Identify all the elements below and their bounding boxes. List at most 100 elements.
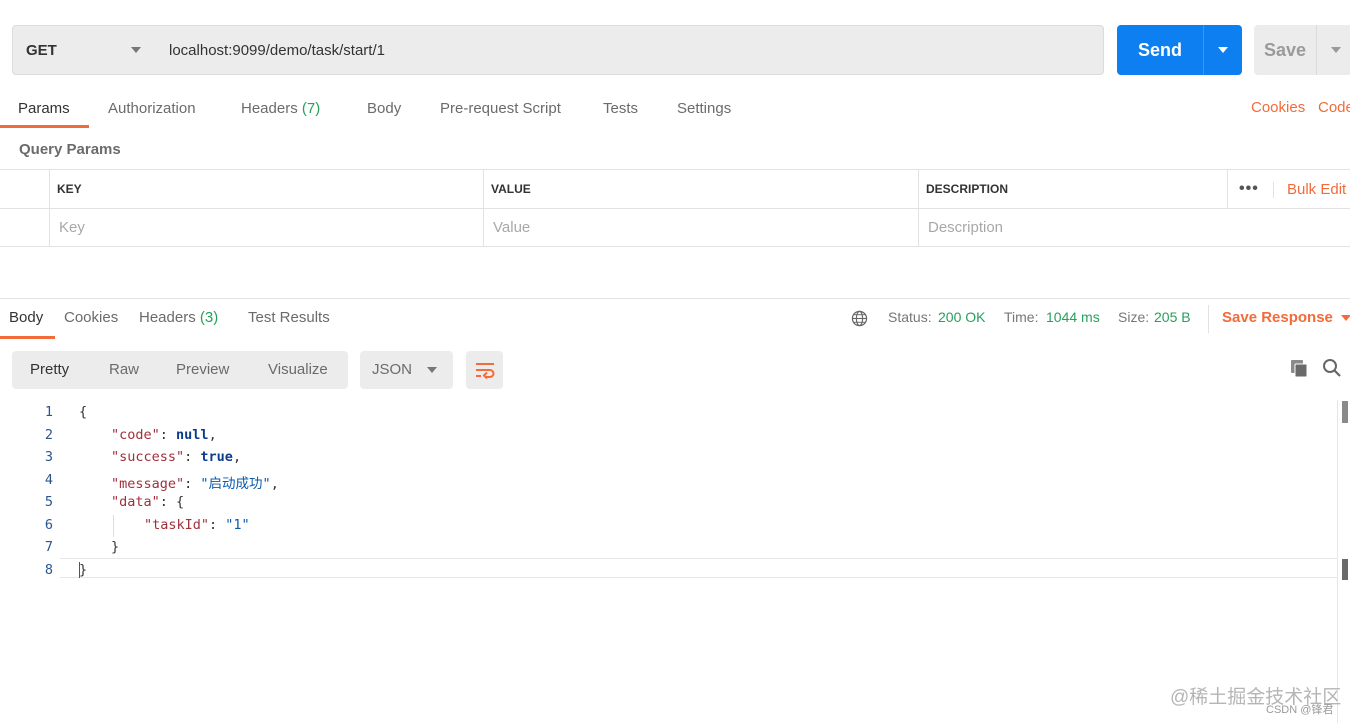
status-value[interactable]: 200 OK [938,309,985,325]
response-active-tab-indicator [0,336,55,339]
key-input[interactable]: Key [59,219,85,236]
column-divider [918,170,919,247]
request-tabs: Params Authorization Headers (7) Body Pr… [0,90,1350,130]
json-key: "taskId" [144,517,210,533]
response-tab-cookies[interactable]: Cookies [64,309,118,326]
code-line: "code": null, [111,427,217,443]
caret-down-icon [1340,315,1350,322]
description-input[interactable]: Description [928,219,1003,236]
query-params-title: Query Params [19,141,121,158]
line-number: 6 [44,517,53,533]
time-value[interactable]: 1044 ms [1046,309,1100,325]
scrollbar-position-marker [1342,559,1348,580]
wrap-lines-button[interactable] [466,351,503,389]
bulk-edit-link[interactable]: Bulk Edit [1287,181,1346,198]
column-header-value: VALUE [491,182,531,196]
line-number: 7 [44,539,53,555]
column-header-key: KEY [57,182,82,196]
response-tab-test-results[interactable]: Test Results [248,309,330,326]
time-label: Time: [1004,309,1039,325]
tab-headers[interactable]: Headers (7) [241,90,320,128]
response-tab-headers[interactable]: Headers (3) [139,309,218,326]
line-number: 4 [44,472,53,488]
code-line: "success": true, [111,449,242,465]
response-divider [0,298,1350,299]
tab-params[interactable]: Params [18,90,70,128]
search-icon[interactable] [1322,358,1342,378]
tab-settings[interactable]: Settings [677,90,731,128]
save-response-label: Save Response [1222,309,1333,326]
tab-authorization[interactable]: Authorization [108,90,196,128]
json-key: "code" [111,427,160,443]
view-tab-preview[interactable]: Preview [176,351,229,389]
caret-down-icon [131,47,141,53]
save-button[interactable]: Save [1254,25,1350,75]
cookies-link[interactable]: Cookies [1251,99,1305,116]
tab-prerequest-script[interactable]: Pre-request Script [440,90,561,128]
url-text: localhost:9099/demo/task/start/1 [169,41,385,59]
send-button[interactable]: Send [1117,25,1242,75]
table-row-divider [0,208,1350,209]
query-params-table: KEY VALUE DESCRIPTION ••• Bulk Edit Key … [0,169,1350,247]
view-mode-tabs: Pretty Raw Preview Visualize [12,351,348,389]
code-line: { [79,404,88,420]
response-body-editor[interactable]: 1 2 3 4 5 6 7 8 { "code": null, "success… [0,400,1338,723]
editor-scrollbar-thumb[interactable] [1342,401,1348,423]
code-line: "data": { [111,494,185,510]
column-divider [483,170,484,247]
column-header-description: DESCRIPTION [926,182,1009,196]
line-number: 1 [44,404,53,420]
json-key: "message" [111,476,185,492]
column-divider [1227,170,1228,208]
method-label: GET [26,41,57,59]
view-tab-pretty[interactable]: Pretty [30,351,69,389]
send-options-button[interactable] [1204,47,1242,53]
editor-scrollbar-track [1337,400,1338,723]
response-tab-headers-count: (3) [199,309,219,326]
globe-icon[interactable] [851,310,868,327]
code-line: } [79,562,88,578]
response-tab-headers-label: Headers [139,309,196,326]
more-options-icon[interactable]: ••• [1239,180,1259,198]
tab-headers-count: (7) [301,100,321,117]
json-key: "data" [111,494,160,510]
code-line: "taskId": "1" [144,517,250,533]
indent-guide [113,515,114,537]
url-input[interactable]: localhost:9099/demo/task/start/1 [155,25,1104,75]
value-input[interactable]: Value [493,219,530,236]
active-tab-indicator [0,125,89,128]
save-response-button[interactable]: Save Response [1222,309,1350,326]
size-value[interactable]: 205 B [1154,309,1191,325]
tab-headers-label: Headers [241,100,298,117]
format-label: JSON [372,361,413,378]
caret-down-icon [1218,47,1228,53]
json-value: true [200,449,233,465]
response-tab-body[interactable]: Body [9,309,43,326]
json-key: "success" [111,449,185,465]
tab-tests[interactable]: Tests [603,90,638,128]
line-number: 2 [44,427,53,443]
status-label: Status: [888,309,932,325]
code-line: } [111,539,120,555]
caret-down-icon [1330,47,1341,53]
save-label: Save [1263,39,1307,60]
line-number: 8 [44,562,53,578]
json-value: null [176,427,209,443]
line-number: 5 [44,494,53,510]
json-brace: { [176,494,185,510]
tab-body[interactable]: Body [367,90,401,128]
method-select[interactable]: GET [12,25,156,75]
column-divider [1273,182,1274,198]
json-value: "1" [225,517,250,533]
view-tab-raw[interactable]: Raw [109,351,139,389]
copy-icon[interactable] [1289,358,1309,378]
size-label: Size: [1118,309,1150,325]
view-tab-visualize[interactable]: Visualize [268,351,328,389]
watermark-sub: CSDN @锋君 [1266,704,1334,716]
code-line: "message": "启动成功", [111,476,279,492]
save-options-button[interactable] [1317,47,1350,53]
format-select[interactable]: JSON [360,351,453,389]
send-label: Send [1137,39,1182,60]
text-cursor [79,562,80,578]
code-link[interactable]: Code [1318,99,1350,116]
